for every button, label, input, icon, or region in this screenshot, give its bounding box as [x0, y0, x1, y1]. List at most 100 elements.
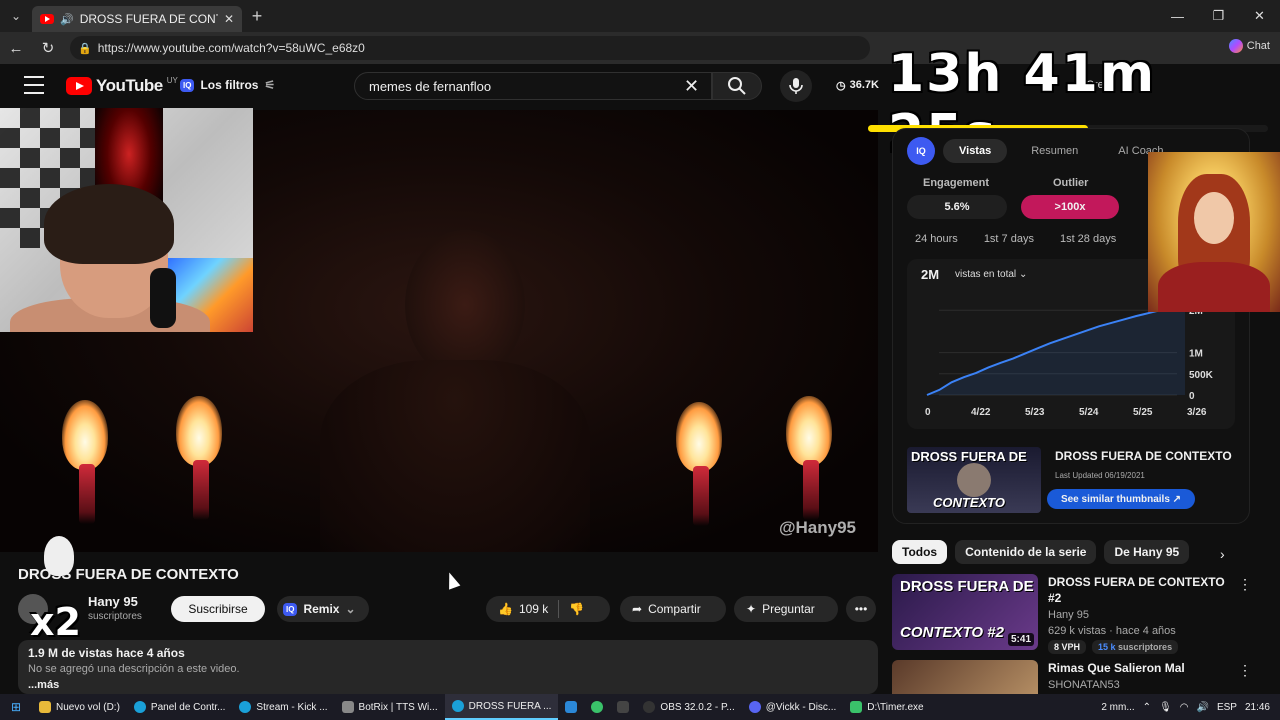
url-field[interactable]: 🔒 https://www.youtube.com/watch?v=58uWC_… — [70, 36, 870, 60]
chevron-right-icon[interactable]: › — [1220, 546, 1225, 562]
more-vertical-icon[interactable]: ⋮ — [1238, 576, 1252, 593]
tab-resumen[interactable]: Resumen — [1015, 139, 1094, 163]
duck-overlay-icon — [44, 536, 74, 576]
ask-button[interactable]: ✦ Preguntar — [734, 596, 838, 622]
clear-search-icon[interactable]: ✕ — [684, 76, 699, 97]
y-tick-label: 1M — [1189, 349, 1203, 360]
taskbar-item[interactable]: @Vickk - Disc... — [742, 694, 844, 720]
chip-series[interactable]: Contenido de la serie — [955, 540, 1097, 564]
microphone-icon[interactable]: 🎙 — [1159, 702, 1172, 713]
candle-1 — [62, 400, 112, 524]
rec-title[interactable]: Rimas Que Salieron Mal — [1048, 660, 1238, 676]
chevron-up-icon[interactable]: ⌃ — [1143, 702, 1151, 713]
range-28d[interactable]: 1st 28 days — [1060, 233, 1116, 245]
remix-button[interactable]: IQ Remix ⌄ — [277, 596, 369, 622]
chip-todos[interactable]: Todos — [892, 540, 948, 564]
show-more-link[interactable]: ...más — [28, 679, 868, 691]
filters-label: Los filtros — [200, 78, 259, 92]
more-vertical-icon[interactable]: ⋮ — [1238, 662, 1252, 679]
thumbnail-image[interactable]: DROSS FUERA DE CONTEXTO — [907, 447, 1041, 513]
taskbar-pinned-icon[interactable] — [584, 694, 610, 720]
chart-total: 2M — [921, 267, 940, 282]
subscribe-button[interactable]: Suscribirse — [171, 596, 265, 622]
chart-metric-dropdown[interactable]: vistas en total ⌄ — [955, 269, 1027, 280]
wifi-icon[interactable]: ◠ — [1180, 702, 1189, 713]
channel-name[interactable]: Hany 95 — [88, 594, 138, 609]
windows-start-icon[interactable]: ⊞ — [0, 700, 32, 714]
filters-button[interactable]: IQ Los filtros ⚟ — [180, 78, 275, 92]
more-horizontal-icon: ••• — [854, 602, 868, 616]
taskbar-pinned-icon[interactable] — [610, 694, 636, 720]
list-item[interactable]: Rimas Que Salieron Mal SHONATAN53 ⋮ — [892, 660, 1262, 694]
duration-badge: 5:41 — [1007, 633, 1034, 646]
reload-icon[interactable]: ↻ — [32, 39, 64, 57]
taskbar-item[interactable]: BotRix | TTS Wi... — [335, 694, 445, 720]
windows-taskbar: ⊞ Nuevo vol (D:) Panel de Contr... Strea… — [0, 694, 1280, 720]
rec-badges: 8 VPH 15 k suscriptores — [1048, 640, 1179, 654]
volume-icon[interactable]: 🔊 — [1197, 702, 1209, 713]
search-button[interactable] — [712, 72, 762, 100]
weather-widget[interactable]: 2 mm... — [1101, 702, 1134, 713]
language-indicator[interactable]: ESP — [1217, 702, 1237, 713]
logo-text: YouTube — [96, 76, 163, 95]
range-7d[interactable]: 1st 7 days — [984, 233, 1034, 245]
taskbar-item[interactable]: Stream - Kick ... — [232, 694, 334, 720]
x-tick-label: 5/25 — [1133, 407, 1153, 418]
description-box[interactable]: 1.9 M de vistas hace 4 años No se agregó… — [18, 640, 878, 694]
close-tab-icon[interactable]: ✕ — [224, 12, 234, 26]
sliders-icon: ⚟ — [264, 78, 276, 92]
window-controls: — ❐ ✕ — [1157, 0, 1280, 32]
range-24h[interactable]: 24 hours — [915, 233, 958, 245]
taskbar-item[interactable]: Panel de Contr... — [127, 694, 233, 720]
new-tab-icon[interactable]: + — [242, 6, 272, 27]
taskbar-item-active[interactable]: DROSS FUERA ... — [444, 694, 559, 720]
outlier-label: Outlier — [1053, 177, 1089, 189]
tab-vistas[interactable]: Vistas — [943, 139, 1008, 163]
rec-channel[interactable]: SHONATAN53 — [1048, 679, 1120, 691]
maximize-icon[interactable]: ❐ — [1198, 0, 1239, 32]
thumbnail-title: DROSS FUERA DE CONTEXTO — [1055, 449, 1232, 463]
voice-search-button[interactable] — [780, 70, 812, 102]
taskbar-item[interactable]: Nuevo vol (D:) — [32, 694, 127, 720]
description-meta: 1.9 M de vistas hace 4 años — [28, 646, 185, 660]
video-thumbnail[interactable]: DROSS FUERA DE CONTEXTO #2 5:41 — [892, 574, 1038, 650]
more-actions-button[interactable]: ••• — [846, 596, 876, 622]
back-icon[interactable]: ← — [0, 40, 32, 57]
close-window-icon[interactable]: ✕ — [1239, 0, 1280, 32]
taskbar-pinned-icon[interactable] — [558, 694, 584, 720]
browser-tab-active[interactable]: 🔊 DROSS FUERA DE CONTEXTO ✕ — [32, 6, 242, 32]
video-watermark: @Hany95 — [778, 518, 856, 537]
youtube-logo[interactable]: YouTube UY — [66, 76, 178, 96]
share-label: Compartir — [648, 602, 701, 616]
ask-label: Preguntar — [762, 602, 815, 616]
search-input[interactable]: memes de fernanfloo — [354, 72, 712, 100]
rec-channel[interactable]: Hany 95 — [1048, 609, 1089, 621]
similar-thumbnails-button[interactable]: See similar thumbnails ↗ — [1047, 489, 1195, 509]
audio-playing-icon[interactable]: 🔊 — [60, 13, 74, 26]
microphone-icon — [789, 78, 803, 94]
minimize-icon[interactable]: — — [1157, 0, 1198, 32]
candle-2 — [176, 396, 226, 520]
thumbs-down-icon[interactable]: 👎 — [569, 602, 584, 616]
taskbar-item[interactable]: D:\Timer.exe — [843, 694, 930, 720]
thumbnail-text-1: DROSS FUERA DE — [900, 578, 1034, 595]
video-thumbnail[interactable] — [892, 660, 1038, 694]
thumbnail-updated: Last Updated 06/19/2021 — [1055, 471, 1145, 480]
clock[interactable]: 21:46 — [1245, 702, 1270, 713]
taskbar-item[interactable]: OBS 32.0.2 - P... — [636, 694, 741, 720]
thumbs-up-icon[interactable]: 👍 — [498, 602, 513, 616]
views-counter[interactable]: ◷ 36.7K — [836, 79, 879, 92]
chip-channel[interactable]: De Hany 95 — [1104, 540, 1190, 564]
like-count[interactable]: 109 k — [519, 602, 548, 616]
site-info-icon[interactable]: 🔒 — [78, 42, 92, 55]
recommendation-chips: Todos Contenido de la serie De Hany 95 — [892, 540, 1190, 564]
menu-icon[interactable] — [24, 76, 44, 94]
list-item[interactable]: DROSS FUERA DE CONTEXTO #2 5:41 DROSS FU… — [892, 574, 1262, 654]
share-button[interactable]: ➦ Compartir — [620, 596, 726, 622]
rec-title[interactable]: DROSS FUERA DE CONTEXTO #2 — [1048, 574, 1238, 606]
views-count: 36.7K — [849, 79, 879, 91]
vidiq-logo: IQ — [907, 137, 935, 165]
tab-list-chevron-icon[interactable]: ⌄ — [0, 0, 32, 32]
sparkle-icon: ✦ — [746, 602, 757, 616]
chevron-down-icon: ⌄ — [1018, 269, 1028, 280]
